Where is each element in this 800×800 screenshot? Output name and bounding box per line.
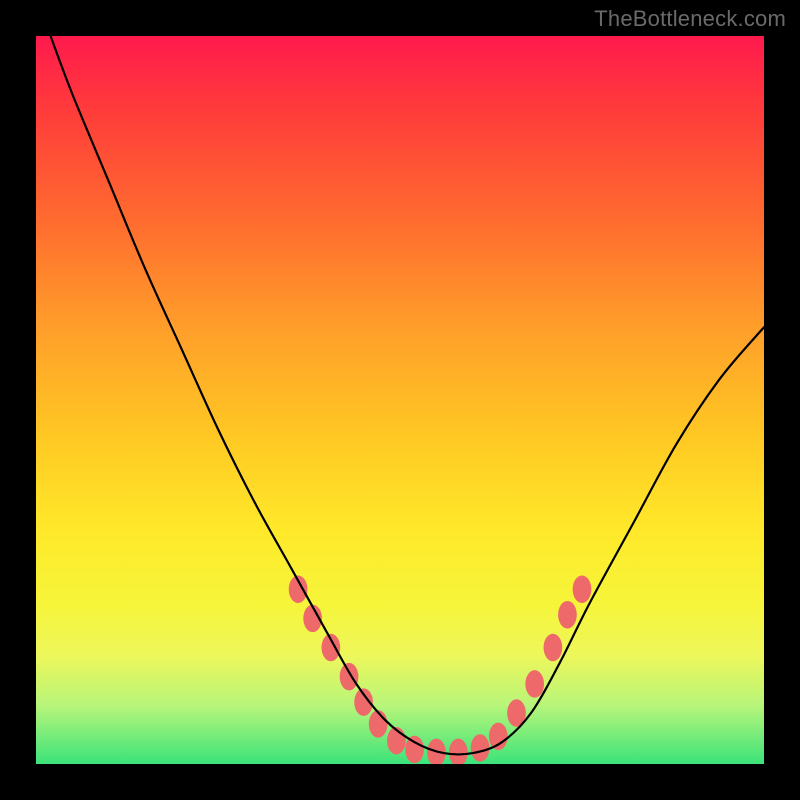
chart-frame: TheBottleneck.com bbox=[0, 0, 800, 800]
marker-dot bbox=[489, 723, 508, 751]
marker-dot bbox=[525, 670, 544, 698]
marker-layer bbox=[289, 576, 592, 764]
watermark-label: TheBottleneck.com bbox=[594, 6, 786, 32]
plot-area bbox=[36, 36, 764, 764]
marker-dot bbox=[369, 710, 388, 738]
marker-dot bbox=[449, 739, 468, 764]
marker-dot bbox=[405, 736, 424, 764]
chart-svg bbox=[36, 36, 764, 764]
marker-dot bbox=[558, 601, 577, 629]
marker-dot bbox=[573, 576, 592, 604]
bottleneck-curve bbox=[51, 36, 764, 754]
marker-dot bbox=[544, 634, 563, 662]
marker-dot bbox=[340, 663, 359, 691]
marker-dot bbox=[471, 734, 490, 762]
